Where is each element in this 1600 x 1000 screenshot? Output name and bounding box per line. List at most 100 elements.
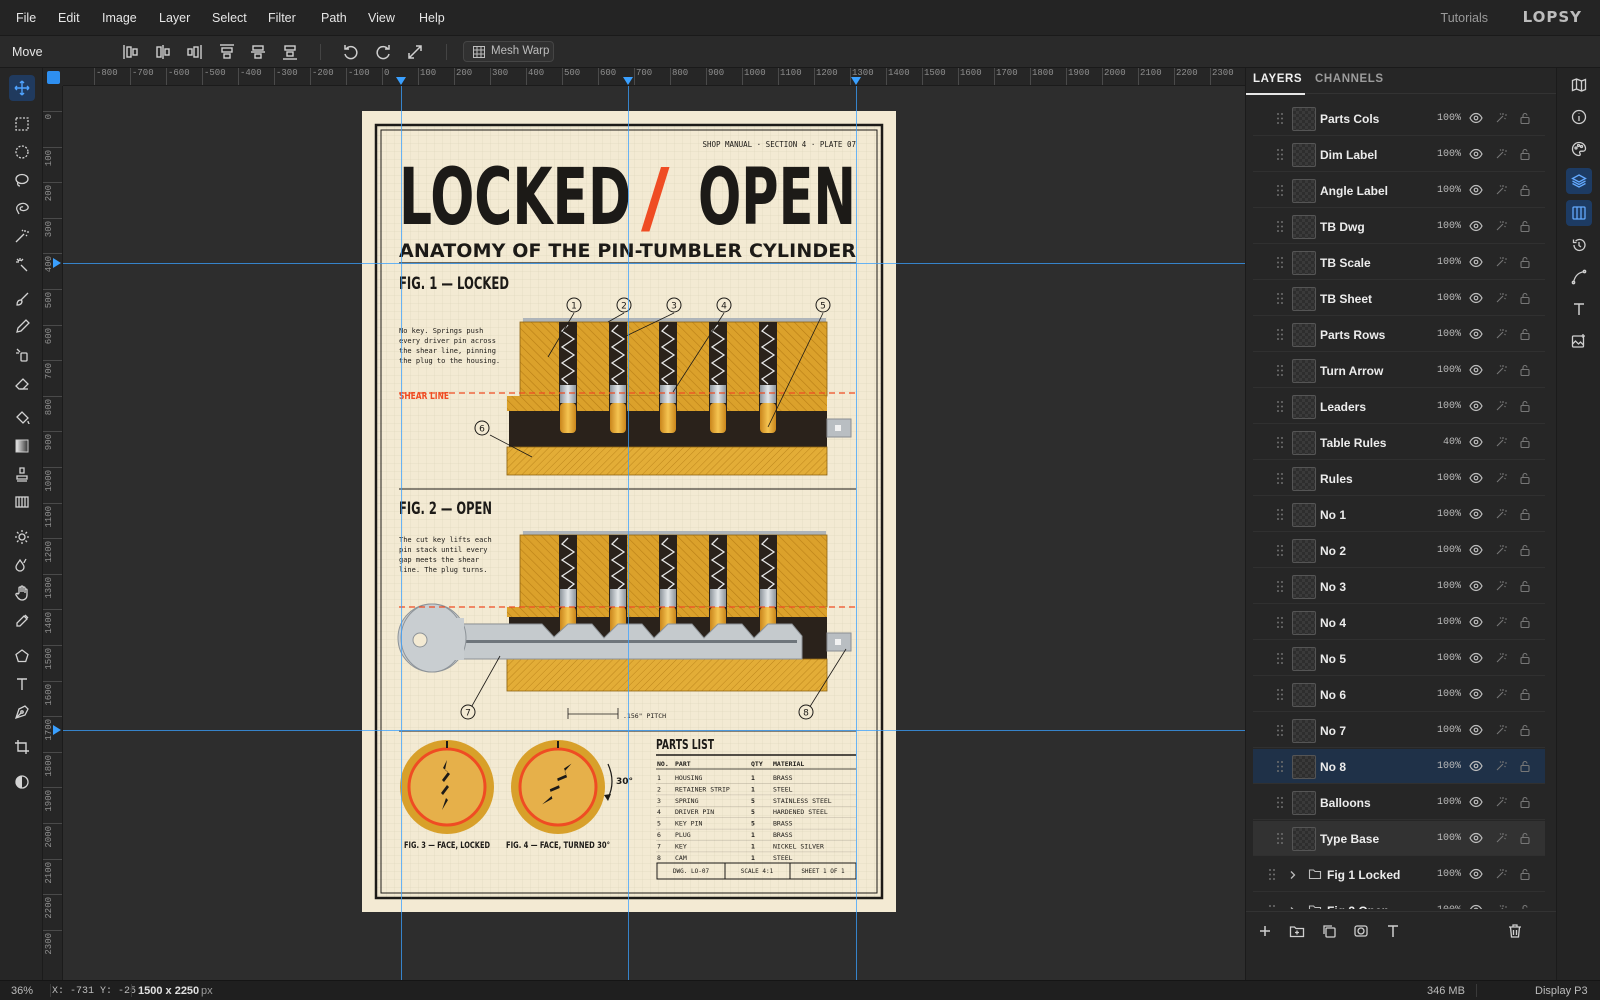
effects-icon[interactable]: [1494, 435, 1508, 449]
layer-opacity[interactable]: 100%: [1425, 797, 1461, 808]
layer-row[interactable]: TB Scale 100%: [1253, 245, 1545, 280]
eyedropper-icon[interactable]: [9, 608, 35, 634]
menu-edit[interactable]: Edit: [58, 11, 80, 25]
menu-select[interactable]: Select: [212, 11, 247, 25]
effects-icon[interactable]: [1494, 867, 1508, 881]
columns-icon[interactable]: [1566, 200, 1592, 226]
eye-icon[interactable]: [1469, 399, 1483, 413]
layer-row[interactable]: Type Base 100%: [1253, 821, 1545, 856]
menu-path[interactable]: Path: [321, 11, 347, 25]
layer-row[interactable]: Rules 100%: [1253, 461, 1545, 496]
lock-icon[interactable]: [1518, 435, 1532, 449]
brush-icon[interactable]: [9, 286, 35, 312]
pen-tool-icon[interactable]: [9, 699, 35, 725]
duplicate-layer-icon[interactable]: [1321, 923, 1337, 939]
drag-handle-icon[interactable]: [1276, 256, 1284, 269]
layer-row[interactable]: Leaders 100%: [1253, 389, 1545, 424]
layer-row[interactable]: Turn Arrow 100%: [1253, 353, 1545, 388]
effects-icon[interactable]: [1494, 543, 1508, 557]
layer-row[interactable]: No 7 100%: [1253, 713, 1545, 748]
ruler-origin-icon[interactable]: [47, 71, 60, 84]
layer-opacity[interactable]: 100%: [1425, 905, 1461, 909]
lock-icon[interactable]: [1518, 759, 1532, 773]
effects-icon[interactable]: [1494, 903, 1508, 909]
drag-handle-icon[interactable]: [1276, 364, 1284, 377]
delete-layer-icon[interactable]: [1507, 923, 1523, 939]
drag-handle-icon[interactable]: [1276, 472, 1284, 485]
layer-row[interactable]: Dim Label 100%: [1253, 137, 1545, 172]
eye-icon[interactable]: [1469, 759, 1483, 773]
image-add-icon[interactable]: [1566, 328, 1592, 354]
dodge-icon[interactable]: [9, 524, 35, 550]
lock-icon[interactable]: [1518, 291, 1532, 305]
lock-icon[interactable]: [1518, 471, 1532, 485]
layer-row[interactable]: Table Rules 40%: [1253, 425, 1545, 460]
guide-marker-icon[interactable]: [53, 725, 61, 735]
drag-handle-icon[interactable]: [1276, 328, 1284, 341]
character-icon[interactable]: [1566, 296, 1592, 322]
drag-handle-icon[interactable]: [1276, 616, 1284, 629]
lock-icon[interactable]: [1518, 867, 1532, 881]
align-right-icon[interactable]: [184, 42, 204, 62]
vertical-ruler[interactable]: 0 100 200 300 400 500 600 700 800 900 1000 1100 1200…: [43, 86, 63, 980]
layer-opacity[interactable]: 100%: [1425, 365, 1461, 376]
lock-icon[interactable]: [1518, 651, 1532, 665]
blur-drop-icon[interactable]: [9, 552, 35, 578]
layer-mask-icon[interactable]: [1353, 923, 1369, 939]
lock-icon[interactable]: [1518, 795, 1532, 809]
layer-row[interactable]: Parts Cols 100%: [1253, 101, 1545, 136]
drag-handle-icon[interactable]: [1276, 508, 1284, 521]
layer-opacity[interactable]: 100%: [1425, 221, 1461, 232]
align-bottom-icon[interactable]: [280, 42, 300, 62]
eye-icon[interactable]: [1469, 651, 1483, 665]
horizontal-ruler[interactable]: -800 -700 -600 -500 -400 -300 -200 -100 0 100 200 3…: [63, 68, 1245, 86]
layer-opacity[interactable]: 100%: [1425, 509, 1461, 520]
lock-icon[interactable]: [1518, 327, 1532, 341]
guide-vertical[interactable]: [401, 86, 402, 980]
layer-row[interactable]: Balloons 100%: [1253, 785, 1545, 820]
effects-icon[interactable]: [1494, 147, 1508, 161]
eye-icon[interactable]: [1469, 867, 1483, 881]
add-layer-icon[interactable]: [1257, 923, 1273, 939]
effects-icon[interactable]: [1494, 615, 1508, 629]
tab-channels[interactable]: CHANNELS: [1315, 73, 1384, 85]
lock-icon[interactable]: [1518, 111, 1532, 125]
effects-icon[interactable]: [1494, 399, 1508, 413]
menu-file[interactable]: File: [16, 11, 36, 25]
layers-icon[interactable]: [1566, 168, 1592, 194]
guide-vertical[interactable]: [856, 86, 857, 980]
layers-list[interactable]: Parts Cols 100% Dim Label 100% Angle Label 10…: [1253, 101, 1545, 909]
layer-row[interactable]: No 1 100%: [1253, 497, 1545, 532]
eye-icon[interactable]: [1469, 579, 1483, 593]
eye-icon[interactable]: [1469, 219, 1483, 233]
layer-row[interactable]: Parts Rows 100%: [1253, 317, 1545, 352]
effects-icon[interactable]: [1494, 687, 1508, 701]
lock-icon[interactable]: [1518, 579, 1532, 593]
drag-handle-icon[interactable]: [1276, 436, 1284, 449]
gradient-icon[interactable]: [9, 433, 35, 459]
layer-opacity[interactable]: 100%: [1425, 257, 1461, 268]
layer-row[interactable]: Angle Label 100%: [1253, 173, 1545, 208]
layer-opacity[interactable]: 100%: [1425, 833, 1461, 844]
drag-handle-icon[interactable]: [1276, 652, 1284, 665]
drag-handle-icon[interactable]: [1268, 868, 1276, 881]
align-center-h-icon[interactable]: [153, 42, 173, 62]
eye-icon[interactable]: [1469, 111, 1483, 125]
tab-layers[interactable]: LAYERS: [1253, 73, 1302, 85]
lock-icon[interactable]: [1518, 831, 1532, 845]
layer-row[interactable]: No 3 100%: [1253, 569, 1545, 604]
layer-row[interactable]: No 8 100%: [1253, 749, 1545, 784]
zoom-level[interactable]: 36%: [11, 985, 33, 997]
menu-view[interactable]: View: [368, 11, 395, 25]
drag-handle-icon[interactable]: [1276, 796, 1284, 809]
eye-icon[interactable]: [1469, 255, 1483, 269]
magnetic-lasso-icon[interactable]: [9, 195, 35, 221]
layer-opacity[interactable]: 100%: [1425, 725, 1461, 736]
lock-icon[interactable]: [1518, 903, 1532, 909]
eye-icon[interactable]: [1469, 327, 1483, 341]
layer-opacity[interactable]: 100%: [1425, 617, 1461, 628]
crop-icon[interactable]: [9, 734, 35, 760]
new-folder-icon[interactable]: [1289, 923, 1305, 939]
align-top-icon[interactable]: [217, 42, 237, 62]
layer-opacity[interactable]: 100%: [1425, 293, 1461, 304]
